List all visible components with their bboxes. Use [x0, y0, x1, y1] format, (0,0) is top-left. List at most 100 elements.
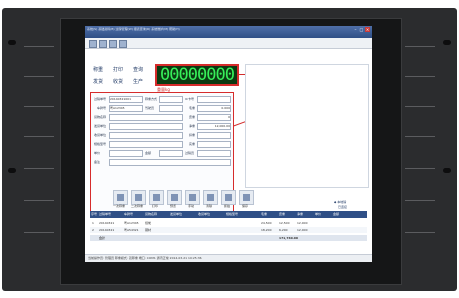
scale-icon	[135, 194, 142, 201]
table-cell: 12,000	[297, 228, 308, 232]
amount-label: 金额	[145, 151, 152, 155]
clear-button[interactable]	[203, 190, 218, 205]
minimize-button[interactable]: –	[353, 27, 358, 32]
unit-price-field[interactable]	[109, 150, 143, 157]
col-header[interactable]: 规格型号	[226, 212, 238, 216]
goods-field[interactable]	[109, 114, 183, 121]
remark-label: 备注	[94, 160, 101, 164]
action-label: 打印	[151, 204, 158, 208]
actual-label: 实重	[189, 142, 196, 146]
col-header[interactable]: 金额	[333, 212, 339, 216]
sender-field[interactable]	[109, 123, 183, 130]
deduct-field[interactable]	[197, 132, 231, 139]
maximize-button[interactable]: □	[359, 27, 364, 32]
vehicle-label: 车牌号	[97, 106, 107, 110]
title-bar: 系统(S) 基础资料(B) 过磅管理(W) 报表查询(R) 系统维护(M) 帮助…	[85, 26, 372, 38]
vent-line	[24, 168, 54, 169]
receiver-field[interactable]	[109, 132, 183, 139]
table-cell: 煤炭	[145, 221, 152, 225]
spec-label: 规格型号	[94, 142, 107, 146]
operator-field[interactable]	[197, 150, 231, 157]
scale-icon	[117, 194, 124, 201]
manual-button[interactable]	[185, 190, 200, 205]
net-field[interactable]: 12,000.00	[197, 123, 231, 130]
actual-field[interactable]	[197, 141, 231, 148]
action-label: 抓拍	[223, 204, 230, 208]
col-header[interactable]: 过磅单号	[99, 212, 111, 216]
sender-label: 发货单位	[94, 124, 107, 128]
preview-icon	[171, 194, 178, 201]
vent-line	[24, 106, 54, 107]
menu-bar[interactable]: 系统(S) 基础资料(B) 过磅管理(W) 报表查询(R) 系统维护(M) 帮助…	[87, 27, 180, 31]
vent-line	[405, 136, 435, 137]
scale-status-label: ◆ 本地磅	[334, 200, 347, 204]
preview-button[interactable]	[167, 190, 182, 205]
nav-production-button[interactable]: 生产	[133, 78, 143, 85]
new-icon[interactable]	[89, 40, 97, 48]
col-header[interactable]: 净重	[297, 212, 303, 216]
table-cell: 20140321	[99, 221, 115, 225]
vent-line	[405, 168, 435, 169]
gross-field[interactable]: 0.000	[197, 105, 231, 112]
col-header[interactable]: 单价	[315, 212, 321, 216]
col-header[interactable]: 序号	[91, 212, 97, 216]
first-weigh-button[interactable]	[113, 190, 128, 205]
col-header[interactable]: 车牌号	[124, 212, 133, 216]
mode-field[interactable]	[159, 96, 183, 103]
vent-line	[405, 76, 435, 77]
table-cell: 粤A54321	[124, 228, 139, 232]
save-button[interactable]	[239, 190, 254, 205]
nav-receive-button[interactable]: 收货	[113, 78, 123, 85]
vent-line	[24, 232, 54, 233]
amount-field[interactable]	[159, 150, 183, 157]
save-icon	[243, 194, 250, 201]
second-weigh-button[interactable]	[131, 190, 146, 205]
weigh-no-field[interactable]: 20140321001	[109, 96, 143, 103]
vehicle-field[interactable]: 粤A12345	[109, 105, 143, 112]
table-cell: 1	[92, 221, 94, 225]
col-header[interactable]: 货物名称	[145, 212, 157, 216]
action-label: 保存	[241, 204, 248, 208]
table-row[interactable]: 2 20140321 粤A54321 钢材 18,200 6,200 12,00…	[90, 227, 367, 233]
save-icon[interactable]	[99, 40, 107, 48]
status-bar: 当前操作员: 管理员 称重模式: 双称重 端口: COM1 通讯正常 2014-…	[85, 254, 372, 262]
tare-field[interactable]: 0	[197, 114, 231, 121]
net-label: 净重	[189, 124, 196, 128]
capture-button[interactable]	[221, 190, 236, 205]
mount-hole	[8, 40, 16, 45]
table-row[interactable]: 1 20140321 粤A12345 煤炭 24,500 12,500 12,0…	[90, 220, 367, 226]
close-button[interactable]: ×	[365, 27, 370, 32]
col-header[interactable]: 发货单位	[170, 212, 182, 216]
table-cell: 20140321	[99, 228, 115, 232]
action-label: 手动	[187, 204, 194, 208]
col-header[interactable]: 收货单位	[198, 212, 210, 216]
mode-label: 称重方式	[145, 97, 158, 101]
col-header[interactable]: 皮重	[279, 212, 285, 216]
card-no-field[interactable]	[197, 96, 231, 103]
action-label: 二次称重	[130, 204, 143, 208]
spec-field[interactable]	[109, 141, 183, 148]
col-header[interactable]: 毛重	[261, 212, 267, 216]
mount-hole	[443, 168, 451, 173]
refresh-icon[interactable]	[119, 40, 127, 48]
nav-weigh-button[interactable]: 称重	[93, 66, 103, 73]
receiver-label: 收货单位	[94, 133, 107, 137]
vent-line	[405, 46, 435, 47]
goods-label: 货物名称	[94, 115, 107, 119]
print-icon[interactable]	[109, 40, 117, 48]
deduct-label: 扣重	[189, 133, 196, 137]
nav-query-button[interactable]: 查询	[133, 66, 143, 73]
gross-label: 毛重	[189, 106, 196, 110]
mount-hole	[8, 168, 16, 173]
action-label: 一次称重	[112, 204, 125, 208]
print-button[interactable]	[149, 190, 164, 205]
nav-print-button[interactable]: 打印	[113, 66, 123, 73]
card-no-label: IC卡号	[185, 97, 194, 101]
table-cell: 2	[92, 228, 94, 232]
driver-field[interactable]	[159, 105, 183, 112]
remark-field[interactable]	[109, 159, 231, 166]
vent-line	[24, 136, 54, 137]
nav-ship-button[interactable]: 发货	[93, 78, 103, 85]
vent-line	[405, 200, 435, 201]
action-label: 预览	[169, 204, 176, 208]
